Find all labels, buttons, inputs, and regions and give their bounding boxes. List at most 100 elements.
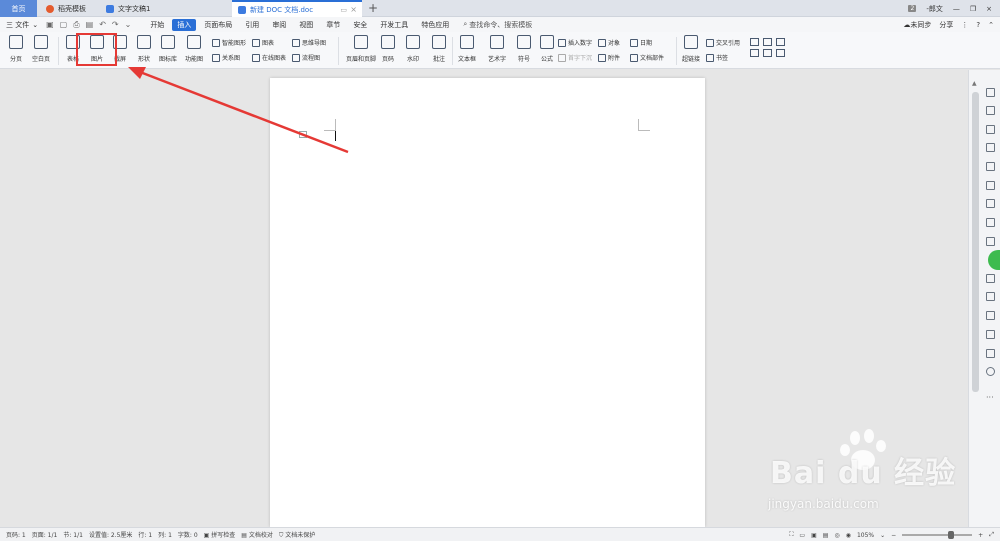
help-icon[interactable]: ?: [976, 21, 980, 29]
menu-developer[interactable]: 开发工具: [375, 19, 413, 31]
chart-icon[interactable]: [986, 199, 995, 208]
tab-home[interactable]: 首页: [0, 0, 37, 17]
pen-icon[interactable]: [986, 88, 995, 97]
scroll-thumb[interactable]: [972, 92, 979, 392]
document-page[interactable]: [270, 78, 705, 527]
archive-icon[interactable]: [986, 292, 995, 301]
layout-icon[interactable]: [763, 49, 772, 57]
menu-chapter[interactable]: 章节: [321, 19, 345, 31]
user-name[interactable]: -郎文: [926, 4, 943, 14]
image-icon[interactable]: [986, 311, 995, 320]
watermark-button[interactable]: 水印: [400, 35, 426, 63]
tab-doc1[interactable]: 文字文稿1: [100, 0, 230, 17]
preview-icon[interactable]: ▤: [86, 20, 94, 30]
save-icon[interactable]: ▣: [46, 20, 54, 30]
menu-insert[interactable]: 插入: [172, 18, 197, 31]
share-button[interactable]: 分享: [939, 20, 953, 30]
menu-reference[interactable]: 引用: [240, 19, 264, 31]
menu-review[interactable]: 审阅: [267, 19, 291, 31]
people-icon[interactable]: [986, 274, 995, 283]
cursor-icon[interactable]: [986, 106, 995, 115]
restore-icon[interactable]: ❐: [970, 5, 976, 13]
notification-badge[interactable]: 2: [908, 5, 917, 12]
gallery-icon[interactable]: [986, 237, 995, 246]
tab-active-doc[interactable]: 新建 DOC 文档.doc ▭ ×: [232, 0, 362, 17]
adjust-icon[interactable]: [986, 218, 995, 227]
status-words[interactable]: 字数: 0: [178, 530, 198, 539]
chevron-down-icon[interactable]: ⌄: [880, 532, 885, 539]
scroll-up-icon[interactable]: ▲: [972, 80, 977, 87]
menu-start[interactable]: 开始: [145, 19, 169, 31]
relation-chart-button[interactable]: 关系图: [212, 53, 240, 62]
flow-chart-button[interactable]: 流程图: [292, 53, 320, 62]
command-search[interactable]: ⌕ 查找命令、搜索模板: [463, 20, 532, 30]
object-button[interactable]: 对象: [598, 38, 620, 47]
undo-icon[interactable]: ↶: [99, 20, 106, 30]
formula-button[interactable]: 公式: [534, 35, 560, 63]
style-icon[interactable]: [986, 143, 995, 152]
drop-cap-button[interactable]: 首字下沉: [558, 53, 592, 62]
window-close-icon[interactable]: ×: [986, 5, 992, 13]
layout-icon[interactable]: [750, 49, 759, 57]
pin-icon[interactable]: ▭: [340, 6, 347, 14]
sync-status[interactable]: ☁未同步: [903, 20, 931, 30]
help-icon[interactable]: [986, 367, 995, 376]
spell-check-button[interactable]: ▣ 拼写检查: [204, 530, 236, 539]
menu-view[interactable]: 视图: [294, 19, 318, 31]
textbox-button[interactable]: 文本框: [454, 35, 480, 63]
chart-button[interactable]: 图表: [252, 38, 274, 47]
fit-icon[interactable]: ⤢: [989, 531, 994, 539]
protection-status[interactable]: ⛉ 文档未保护: [279, 530, 315, 540]
mind-map-button[interactable]: 思维导图: [292, 38, 326, 47]
layout-icon[interactable]: [776, 38, 785, 46]
insert-number-button[interactable]: 插入数字: [558, 38, 592, 47]
zoom-level[interactable]: 105%: [857, 532, 874, 539]
menu-layout[interactable]: 页面布局: [199, 19, 237, 31]
table-icon[interactable]: [986, 162, 995, 171]
page-break-button[interactable]: 分页: [3, 35, 29, 63]
cross-reference-button[interactable]: 交叉引用: [706, 38, 740, 47]
add-tab-button[interactable]: +: [368, 1, 378, 15]
layout-icon[interactable]: [776, 49, 785, 57]
status-pages[interactable]: 页面: 1/1: [32, 530, 58, 539]
zoom-slider[interactable]: [902, 531, 973, 539]
online-chart-button[interactable]: 在线图表: [252, 53, 286, 62]
location-icon[interactable]: [986, 330, 995, 339]
blank-page-button[interactable]: 空白页: [28, 35, 54, 63]
reading-mode-icon[interactable]: ▭: [799, 532, 805, 539]
proofread-button[interactable]: ▤ 文档校对: [241, 530, 273, 539]
outline-view-icon[interactable]: ▤: [823, 532, 829, 539]
web-view-icon[interactable]: ◎: [834, 532, 839, 539]
export-icon[interactable]: ▢: [60, 20, 68, 30]
date-button[interactable]: 日期: [630, 38, 652, 47]
menu-security[interactable]: 安全: [348, 19, 372, 31]
close-icon[interactable]: ×: [350, 5, 357, 14]
layout-icon[interactable]: [763, 38, 772, 46]
minimize-icon[interactable]: —: [953, 5, 960, 13]
settings-icon[interactable]: [986, 349, 995, 358]
attachment-button[interactable]: 附件: [598, 53, 620, 62]
file-menu[interactable]: 三 文件 ⌄: [6, 20, 38, 30]
icon-library-button[interactable]: 图标库: [155, 35, 181, 63]
comment-button[interactable]: 批注: [426, 35, 452, 63]
doc-part-button[interactable]: 文档部件: [630, 53, 664, 62]
zoom-out-icon[interactable]: −: [891, 532, 896, 539]
print-icon[interactable]: ⎙: [73, 20, 79, 30]
function-chart-button[interactable]: 功能图: [181, 35, 207, 63]
header-footer-button[interactable]: 页眉和页脚: [346, 35, 376, 63]
zoom-thumb[interactable]: [948, 531, 955, 539]
shapes-icon[interactable]: [986, 125, 995, 134]
chevron-down-icon[interactable]: ⌄: [125, 20, 132, 30]
hyperlink-button[interactable]: 超链接: [678, 35, 704, 63]
wordart-button[interactable]: 艺术字: [484, 35, 510, 63]
status-page[interactable]: 页码: 1: [6, 530, 26, 539]
vertical-scrollbar[interactable]: ▲: [972, 80, 979, 525]
zoom-in-icon[interactable]: +: [978, 532, 983, 539]
fullscreen-icon[interactable]: ⛶: [789, 531, 793, 539]
more-icon[interactable]: ···: [986, 393, 994, 402]
menu-features[interactable]: 特色应用: [416, 19, 454, 31]
page-view-icon[interactable]: ▣: [811, 532, 817, 539]
eye-icon[interactable]: ◉: [846, 532, 851, 539]
collapse-icon[interactable]: ⌃: [988, 21, 994, 29]
more-icon[interactable]: ⋮: [961, 21, 968, 29]
